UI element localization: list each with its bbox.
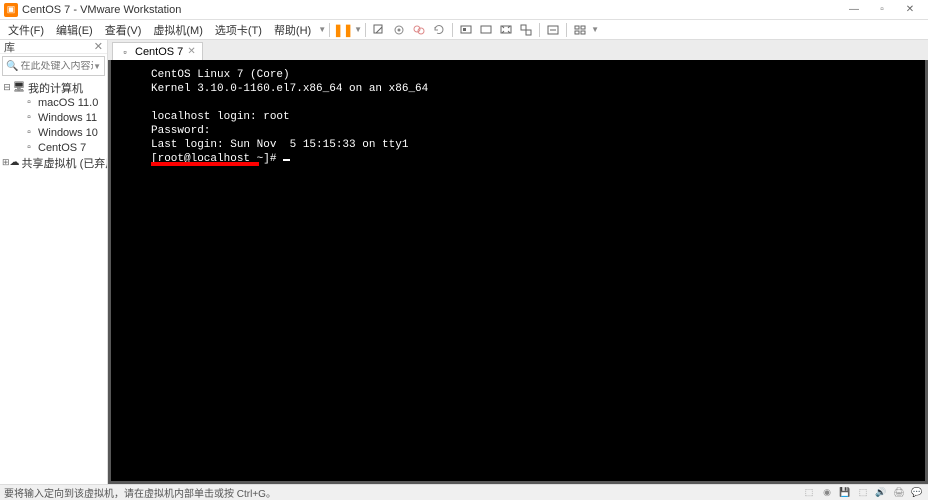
tree-label: macOS 11.0 — [38, 97, 98, 109]
sidebar-header: 库 ✕ — [0, 40, 107, 54]
search-icon: 🔍 — [6, 61, 18, 72]
unity-icon[interactable] — [517, 21, 535, 39]
fullscreen-icon[interactable] — [497, 21, 515, 39]
minimize-button[interactable]: — — [840, 1, 868, 19]
vm-console[interactable]: CentOS Linux 7 (Core) Kernel 3.10.0-1160… — [111, 60, 925, 481]
sidebar-search[interactable]: 🔍 ▼ — [2, 56, 105, 76]
tree-label: 共享虚拟机 (已弃用) — [22, 155, 107, 171]
term-line: Last login: Sun Nov 5 15:15:33 on tty1 — [151, 139, 408, 151]
vm-icon: ▫ — [22, 97, 36, 109]
separator — [566, 23, 567, 37]
fit-guest-icon[interactable] — [457, 21, 475, 39]
menu-file[interactable]: 文件(F) — [2, 20, 50, 40]
device-icon[interactable]: ⬚ — [802, 487, 816, 499]
vm-icon: ▫ — [22, 127, 36, 139]
device-icon[interactable]: 💾 — [838, 487, 852, 499]
tree-item-my-computer[interactable]: ⊟ 🖥 我的计算机 — [0, 80, 107, 95]
terminal-wrapper: CentOS Linux 7 (Core) Kernel 3.10.0-1160… — [108, 60, 928, 484]
chevron-down-icon[interactable]: ▼ — [591, 25, 599, 34]
separator — [452, 23, 453, 37]
console-view-icon[interactable] — [477, 21, 495, 39]
device-icon[interactable]: 🔊 — [874, 487, 888, 499]
device-icon[interactable]: 🖨 — [892, 487, 906, 499]
chevron-down-icon[interactable]: ▼ — [318, 25, 326, 34]
maximize-button[interactable]: ▫ — [868, 1, 896, 19]
tree-item-win11[interactable]: ▫ Windows 11 — [0, 110, 107, 125]
menu-help[interactable]: 帮助(H) — [268, 20, 317, 40]
revert-icon[interactable] — [430, 21, 448, 39]
tree-label: Windows 11 — [38, 112, 97, 124]
tabbar: ▫ CentOS 7 ✕ — [108, 40, 928, 60]
menu-vm[interactable]: 虚拟机(M) — [147, 20, 209, 40]
app-icon: ▣ — [4, 3, 18, 17]
term-line: localhost login: root — [151, 111, 290, 123]
expand-icon[interactable]: ⊞ — [2, 157, 10, 168]
collapse-icon[interactable]: ⊟ — [2, 82, 12, 93]
chevron-down-icon[interactable]: ▼ — [354, 25, 362, 34]
close-window-button[interactable]: ✕ — [896, 1, 924, 19]
status-hint: 要将输入定向到该虚拟机，请在虚拟机内部单击或按 Ctrl+G。 — [4, 485, 276, 500]
stretch-icon[interactable] — [544, 21, 562, 39]
menubar: 文件(F) 编辑(E) 查看(V) 虚拟机(M) 选项卡(T) 帮助(H) ▼ … — [0, 20, 928, 40]
device-icon[interactable]: ◉ — [820, 487, 834, 499]
tree-label: Windows 10 — [38, 127, 98, 139]
shared-icon: ☁ — [10, 157, 20, 169]
tab-label: CentOS 7 — [135, 46, 183, 58]
vm-running-icon: ▫ — [119, 46, 131, 58]
chevron-down-icon[interactable]: ▼ — [93, 62, 101, 71]
menu-view[interactable]: 查看(V) — [99, 20, 148, 40]
snapshot-manager-icon[interactable] — [410, 21, 428, 39]
close-icon[interactable]: ✕ — [187, 46, 195, 57]
term-line: CentOS Linux 7 (Core) — [151, 69, 290, 81]
sidebar-title: 库 — [4, 40, 15, 55]
window-title: CentOS 7 - VMware Workstation — [22, 4, 840, 16]
cursor-icon — [283, 159, 290, 161]
tree-item-win10[interactable]: ▫ Windows 10 — [0, 125, 107, 140]
vm-icon: ▫ — [22, 112, 36, 124]
thumbnail-icon[interactable] — [571, 21, 589, 39]
term-line: Password: — [151, 125, 210, 137]
computer-icon: 🖥 — [12, 82, 26, 94]
menu-tabs[interactable]: 选项卡(T) — [209, 20, 268, 40]
search-input[interactable] — [20, 61, 93, 72]
message-icon[interactable]: 💬 — [910, 487, 924, 499]
tab-centos7[interactable]: ▫ CentOS 7 ✕ — [112, 42, 203, 60]
window-controls: — ▫ ✕ — [840, 1, 924, 19]
tree-item-centos7[interactable]: ▫ CentOS 7 — [0, 140, 107, 155]
separator — [539, 23, 540, 37]
tree-label: CentOS 7 — [38, 142, 86, 154]
vm-icon: ▫ — [22, 142, 36, 154]
close-icon[interactable]: ✕ — [94, 40, 103, 53]
annotation-highlight — [151, 162, 259, 166]
device-icon[interactable]: ⬚ — [856, 487, 870, 499]
term-line: Kernel 3.10.0-1160.el7.x86_64 on an x86_… — [151, 83, 428, 95]
status-icons: ⬚ ◉ 💾 ⬚ 🔊 🖨 💬 — [802, 487, 924, 499]
tree-item-macos[interactable]: ▫ macOS 11.0 — [0, 95, 107, 110]
content-area: ▫ CentOS 7 ✕ CentOS Linux 7 (Core) Kerne… — [108, 40, 928, 484]
pause-icon[interactable]: ❚❚ — [334, 21, 352, 39]
snapshot-icon[interactable] — [390, 21, 408, 39]
tree-label: 我的计算机 — [28, 80, 83, 96]
separator — [365, 23, 366, 37]
main-area: 库 ✕ 🔍 ▼ ⊟ 🖥 我的计算机 ▫ macOS 11.0 ▫ Windows… — [0, 40, 928, 484]
separator — [329, 23, 330, 37]
menu-edit[interactable]: 编辑(E) — [50, 20, 99, 40]
send-ctrl-alt-del-icon[interactable] — [370, 21, 388, 39]
tree-item-shared[interactable]: ⊞ ☁ 共享虚拟机 (已弃用) — [0, 155, 107, 170]
sidebar: 库 ✕ 🔍 ▼ ⊟ 🖥 我的计算机 ▫ macOS 11.0 ▫ Windows… — [0, 40, 108, 484]
titlebar: ▣ CentOS 7 - VMware Workstation — ▫ ✕ — [0, 0, 928, 20]
statusbar: 要将输入定向到该虚拟机，请在虚拟机内部单击或按 Ctrl+G。 ⬚ ◉ 💾 ⬚ … — [0, 484, 928, 500]
vm-tree: ⊟ 🖥 我的计算机 ▫ macOS 11.0 ▫ Windows 11 ▫ Wi… — [0, 78, 107, 484]
